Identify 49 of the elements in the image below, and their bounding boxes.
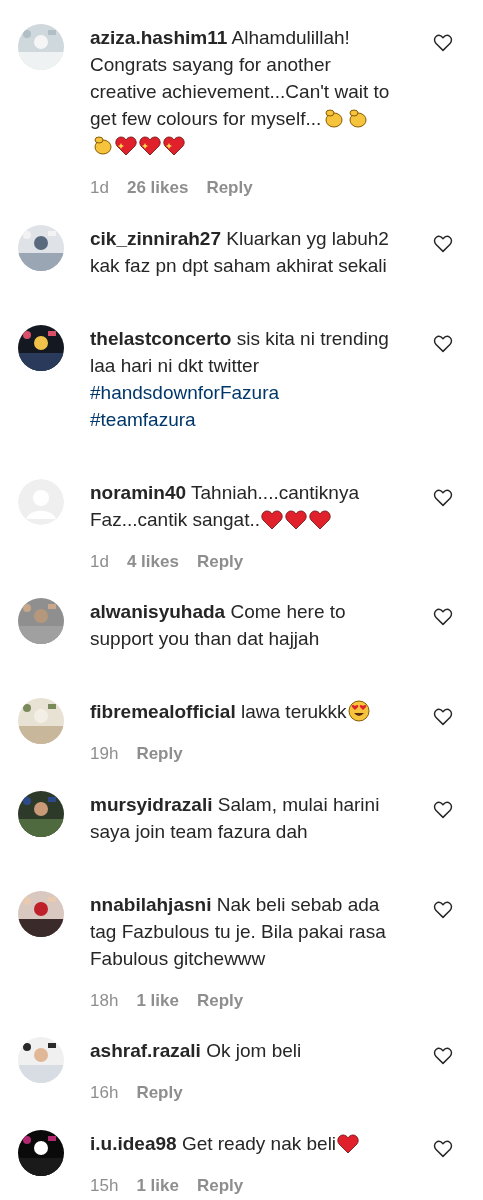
comment-text: ashraf.razali Ok jom beli	[90, 1039, 303, 1063]
hashtag-link[interactable]: #teamfazura	[90, 408, 196, 430]
clapping-hands-icon	[346, 107, 369, 129]
like-heart-icon[interactable]	[433, 800, 453, 819]
username-link[interactable]: thelastconcerto	[90, 327, 232, 349]
like-heart-icon[interactable]	[433, 900, 453, 919]
like-heart-icon[interactable]	[433, 1047, 453, 1065]
comment-text: thelastconcerto sis kita ni trending laa hari ni dkt twitter #handsdownforFazura #teamfazura	[90, 326, 390, 432]
username-link[interactable]: noramin40	[90, 481, 187, 503]
comment-time: 15h	[90, 1174, 119, 1197]
username-link[interactable]: ashraf.razali	[90, 1040, 201, 1061]
comment-text: noramin40 Tahniah....cantiknya Faz...cantik sangat..	[90, 480, 360, 532]
comment-time: 19h	[90, 743, 119, 765]
like-heart-icon[interactable]	[433, 234, 453, 253]
comment-text: aziza.hashim11 Alhamdulillah! Congrats sayang for another creative achievement...Can't wait to get few colours for myself...	[90, 24, 393, 159]
username-link[interactable]: alwanisyuhada	[90, 601, 226, 622]
comment-time: 16h	[90, 1082, 119, 1104]
heart-icon	[261, 509, 284, 530]
comment-text: cik_zinnirah27 Kluarkan yg labuh2 kak faz pn dpt saham akhirat sekali	[90, 226, 390, 278]
like-heart-icon[interactable]	[433, 708, 453, 726]
username-link[interactable]: mursyidrazali	[90, 793, 213, 815]
sparkling-heart-icon	[139, 136, 161, 156]
like-heart-icon[interactable]	[433, 1139, 453, 1158]
sparkling-heart-icon	[115, 136, 137, 156]
clapping-hands-icon	[91, 134, 113, 156]
comment-text: alwanisyuhada Come here to support you than dat hajjah	[90, 600, 347, 651]
username-link[interactable]: fibremealofficial	[90, 701, 236, 722]
heart-icon	[285, 509, 308, 530]
comment-time: 1d	[90, 550, 109, 573]
comment-time: 18h	[90, 989, 119, 1012]
comment-text: fibremealofficial lawa terukkk	[90, 698, 393, 725]
comment-text: mursyidrazali Salam, mulai harini saya join team fazura dah	[90, 792, 381, 844]
username-link[interactable]: aziza.hashim11	[90, 27, 228, 48]
comment-text: i.u.idea98 Get ready nak beli	[90, 1129, 393, 1157]
comment-text: nnabilahjasni Nak beli sebab ada tag Fazbulous tu je. Bila pakai rasa Fabulous gitchewww	[90, 892, 387, 971]
like-heart-icon[interactable]	[433, 608, 453, 626]
username-link[interactable]: nnabilahjasni	[90, 893, 212, 915]
sparkling-heart-icon	[163, 136, 185, 156]
hashtag-link[interactable]: #handsdownforFazura	[90, 381, 280, 403]
like-heart-icon[interactable]	[433, 488, 453, 507]
heart-icon	[337, 1133, 360, 1154]
comment-time: 1d	[90, 177, 109, 199]
username-link[interactable]: cik_zinnirah27	[90, 227, 221, 249]
like-heart-icon[interactable]	[433, 34, 453, 52]
like-heart-icon[interactable]	[433, 334, 453, 353]
heart-eyes-face-icon	[347, 700, 370, 722]
clapping-hands-icon	[322, 107, 345, 129]
username-link[interactable]: i.u.idea98	[90, 1132, 177, 1154]
heart-icon	[309, 509, 332, 530]
